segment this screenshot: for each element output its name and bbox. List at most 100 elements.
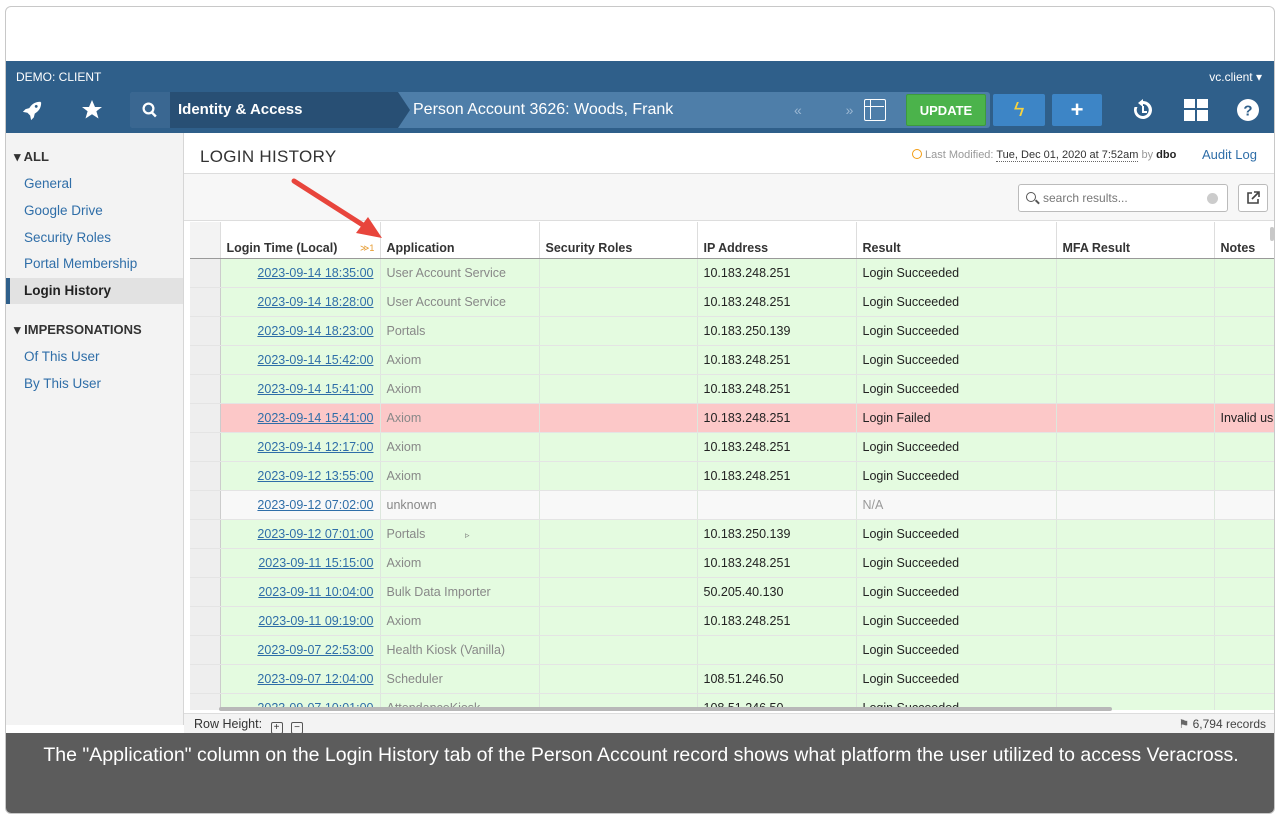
row-select-cell[interactable] <box>190 287 221 317</box>
login-time-cell[interactable]: 2023-09-11 09:19:00 <box>220 606 381 636</box>
login-time-cell[interactable]: 2023-09-11 15:15:00 <box>220 548 381 578</box>
sidebar-item-by-this-user[interactable]: By This User <box>6 371 183 397</box>
sidebar-item-portal-membership[interactable]: Portal Membership <box>6 251 183 277</box>
login-time-link[interactable]: 2023-09-07 12:04:00 <box>257 672 373 686</box>
sidebar-section-impersonations[interactable]: ▾ IMPERSONATIONS <box>14 322 142 338</box>
add-button[interactable]: + <box>1052 94 1102 126</box>
login-time-cell[interactable]: 2023-09-14 15:41:00 <box>220 403 381 433</box>
login-time-link[interactable]: 2023-09-14 15:41:00 <box>257 411 373 425</box>
login-time-link[interactable]: 2023-09-14 15:41:00 <box>257 382 373 396</box>
sidebar-item-login-history[interactable]: Login History <box>6 278 183 304</box>
table-row[interactable]: 2023-09-07 22:53:00 Health Kiosk (Vanilla… <box>190 635 1274 665</box>
sidebar-section-all[interactable]: ▾ ALL <box>14 149 49 165</box>
table-row[interactable]: 2023-09-11 09:19:00 Axiom 10.183.248.251 Lo… <box>190 606 1274 636</box>
row-select-cell[interactable] <box>190 316 221 346</box>
open-external-button[interactable] <box>1238 184 1268 212</box>
user-menu[interactable]: vc.client ▾ <box>1209 70 1262 84</box>
row-select-cell[interactable] <box>190 461 221 491</box>
vertical-scrollbar[interactable] <box>1270 227 1274 241</box>
clear-icon[interactable] <box>1207 193 1218 204</box>
notes-cell <box>1214 490 1274 520</box>
breadcrumb-module[interactable]: Identity & Access Management <box>170 92 410 154</box>
login-time-cell[interactable]: 2023-09-14 15:42:00 <box>220 345 381 375</box>
login-time-cell[interactable]: 2023-09-12 07:01:00 <box>220 519 381 549</box>
table-row[interactable]: 2023-09-14 18:35:00 User Account Service 1… <box>190 258 1274 288</box>
horizontal-scrollbar[interactable] <box>219 707 1112 711</box>
table-row[interactable]: 2023-09-14 12:17:00 Axiom 10.183.248.251 Lo… <box>190 432 1274 462</box>
login-time-link[interactable]: 2023-09-14 18:23:00 <box>257 324 373 338</box>
login-time-link[interactable]: 2023-09-11 15:15:00 <box>258 556 373 570</box>
history-icon[interactable] <box>1122 92 1162 128</box>
table-row[interactable]: 2023-09-14 15:41:00 Axiom 10.183.248.251 Lo… <box>190 374 1274 404</box>
column-header-result[interactable]: Result <box>856 222 1057 259</box>
column-header-security-roles[interactable]: Security Roles <box>539 222 698 259</box>
login-time-cell[interactable]: 2023-09-14 12:17:00 <box>220 432 381 462</box>
row-select-cell[interactable] <box>190 664 221 694</box>
login-time-cell[interactable]: 2023-09-12 13:55:00 <box>220 461 381 491</box>
table-row[interactable]: 2023-09-12 07:02:00 unknown N/A <box>190 490 1274 520</box>
table-row[interactable]: 2023-09-14 18:23:00 Portals 10.183.250.139… <box>190 316 1274 346</box>
audit-log-link[interactable]: Audit Log <box>1202 147 1257 162</box>
login-time-cell[interactable]: 2023-09-14 15:41:00 <box>220 374 381 404</box>
row-select-cell[interactable] <box>190 490 221 520</box>
login-time-link[interactable]: 2023-09-14 18:35:00 <box>257 266 373 280</box>
table-row[interactable]: 2023-09-07 12:04:00 Scheduler 108.51.246.5… <box>190 664 1274 694</box>
login-time-cell[interactable]: 2023-09-14 18:28:00 <box>220 287 381 317</box>
table-row[interactable]: 2023-09-12 13:55:00 Axiom 10.183.248.251 Lo… <box>190 461 1274 491</box>
login-time-cell[interactable]: 2023-09-12 07:02:00 <box>220 490 381 520</box>
table-row[interactable]: 2023-09-12 07:01:00 Portals 10.183.250.139… <box>190 519 1274 549</box>
row-select-cell[interactable] <box>190 374 221 404</box>
sidebar-item-of-this-user[interactable]: Of This User <box>6 344 183 370</box>
column-header-mfa-result[interactable]: MFA Result <box>1056 222 1215 259</box>
column-header-application[interactable]: Application <box>380 222 540 259</box>
sidebar-item-security-roles[interactable]: Security Roles <box>6 225 183 251</box>
login-time-link[interactable]: 2023-09-14 18:28:00 <box>257 295 373 309</box>
login-time-link[interactable]: 2023-09-07 22:53:00 <box>257 643 373 657</box>
sidebar-item-general[interactable]: General <box>6 171 183 197</box>
help-icon[interactable]: ? <box>1228 92 1268 128</box>
bolt-icon[interactable]: ϟ <box>993 94 1045 126</box>
application-cell: Axiom <box>380 432 540 462</box>
login-time-cell[interactable]: 2023-09-14 18:35:00 <box>220 258 381 288</box>
login-time-link[interactable]: 2023-09-12 07:02:00 <box>257 498 373 512</box>
login-time-link[interactable]: 2023-09-11 10:04:00 <box>258 585 373 599</box>
table-icon[interactable] <box>864 99 886 121</box>
row-select-cell[interactable] <box>190 577 221 607</box>
row-select-cell[interactable] <box>190 403 221 433</box>
row-select-cell[interactable] <box>190 432 221 462</box>
table-row[interactable]: 2023-09-14 18:28:00 User Account Service 1… <box>190 287 1274 317</box>
row-select-cell[interactable] <box>190 548 221 578</box>
star-icon[interactable] <box>72 92 112 128</box>
login-time-cell[interactable]: 2023-09-11 10:04:00 <box>220 577 381 607</box>
login-time-link[interactable]: 2023-09-12 13:55:00 <box>257 469 373 483</box>
sort-indicator-icon[interactable]: ≫1 <box>360 243 374 254</box>
row-select-cell[interactable] <box>190 693 221 710</box>
row-select-cell[interactable] <box>190 519 221 549</box>
row-select-cell[interactable] <box>190 258 221 288</box>
search-icon[interactable] <box>130 92 170 128</box>
login-time-link[interactable]: 2023-09-11 09:19:00 <box>258 614 373 628</box>
login-time-cell[interactable]: 2023-09-07 22:53:00 <box>220 635 381 665</box>
login-time-link[interactable]: 2023-09-12 07:01:00 <box>257 527 373 541</box>
table-row[interactable]: 2023-09-11 10:04:00 Bulk Data Importer 50.… <box>190 577 1274 607</box>
login-time-cell[interactable]: 2023-09-07 12:04:00 <box>220 664 381 694</box>
row-select-cell[interactable] <box>190 345 221 375</box>
table-row[interactable]: 2023-09-14 15:42:00 Axiom 10.183.248.251 Lo… <box>190 345 1274 375</box>
update-button[interactable]: UPDATE <box>906 94 986 126</box>
search-results-box[interactable] <box>1018 184 1228 212</box>
login-time-cell[interactable]: 2023-09-14 18:23:00 <box>220 316 381 346</box>
column-header-ip-address[interactable]: IP Address <box>697 222 857 259</box>
sidebar-item-google-drive[interactable]: Google Drive <box>6 198 183 224</box>
record-nav-arrows[interactable]: « » <box>794 92 873 128</box>
table-row[interactable]: 2023-09-11 15:15:00 Axiom 10.183.248.251 Lo… <box>190 548 1274 578</box>
column-header-login-time[interactable]: Login Time (Local) <box>220 222 381 259</box>
search-results-input[interactable] <box>1043 189 1203 207</box>
row-select-cell[interactable] <box>190 635 221 665</box>
row-select-cell[interactable] <box>190 606 221 636</box>
dashboard-icon[interactable] <box>1176 92 1216 128</box>
column-header-notes[interactable]: Notes <box>1214 222 1274 259</box>
login-time-link[interactable]: 2023-09-14 12:17:00 <box>257 440 373 454</box>
table-row[interactable]: 2023-09-14 15:41:00 Axiom 10.183.248.251 Lo… <box>190 403 1274 433</box>
login-time-link[interactable]: 2023-09-14 15:42:00 <box>257 353 373 367</box>
rocket-icon[interactable] <box>12 92 52 128</box>
